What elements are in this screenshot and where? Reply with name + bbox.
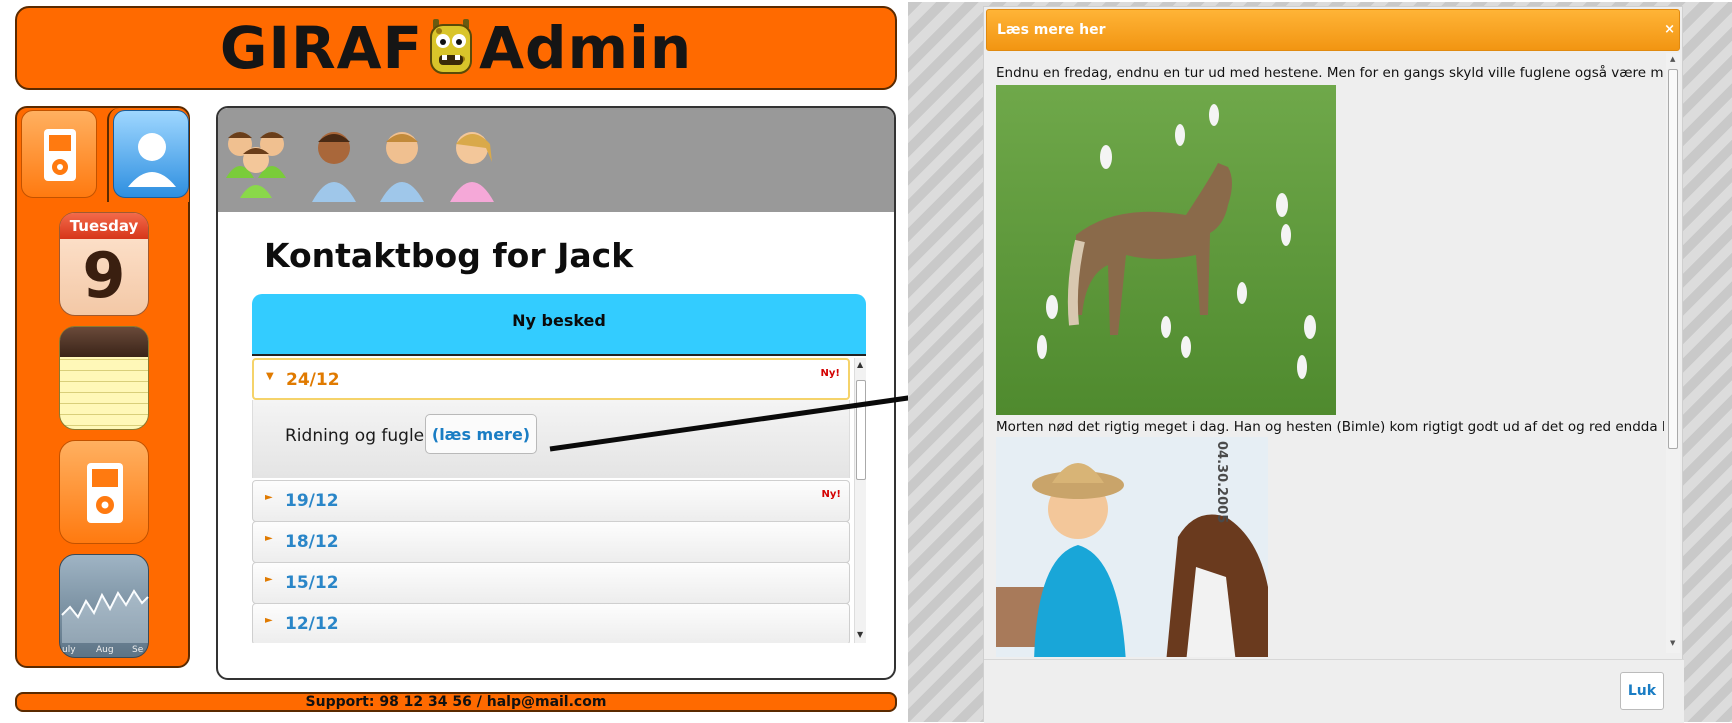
dialog-header: Læs mere her ×: [986, 9, 1680, 51]
scroll-up-icon[interactable]: ▲: [1670, 55, 1675, 63]
dialog-scrollbar[interactable]: ▲ ▼: [1666, 53, 1680, 653]
dialog-footer: Luk: [984, 659, 1684, 723]
dialog-body: Endnu en fredag, endnu en tur ud med hes…: [984, 53, 1664, 657]
close-button[interactable]: Luk: [1620, 672, 1664, 710]
dialog-title: Læs mere her: [997, 22, 1106, 38]
dialog-paragraph-1: Endnu en fredag, endnu en tur ud med hes…: [996, 65, 1664, 81]
photo-date-stamp: 04.30.2005: [1214, 441, 1229, 524]
dialog-paragraph-2: Morten nød det rigtig meget i dag. Han o…: [996, 419, 1664, 435]
close-icon[interactable]: ×: [1664, 22, 1675, 37]
read-more-dialog: Læs mere her × Endnu en fredag, endnu en…: [983, 6, 1684, 723]
scroll-down-icon[interactable]: ▼: [1670, 639, 1675, 647]
horse-birds-photo: [996, 85, 1336, 415]
boy-on-horse-photo: 04.30.2005: [996, 437, 1268, 657]
dialog-scrollbar-thumb[interactable]: [1668, 69, 1678, 449]
